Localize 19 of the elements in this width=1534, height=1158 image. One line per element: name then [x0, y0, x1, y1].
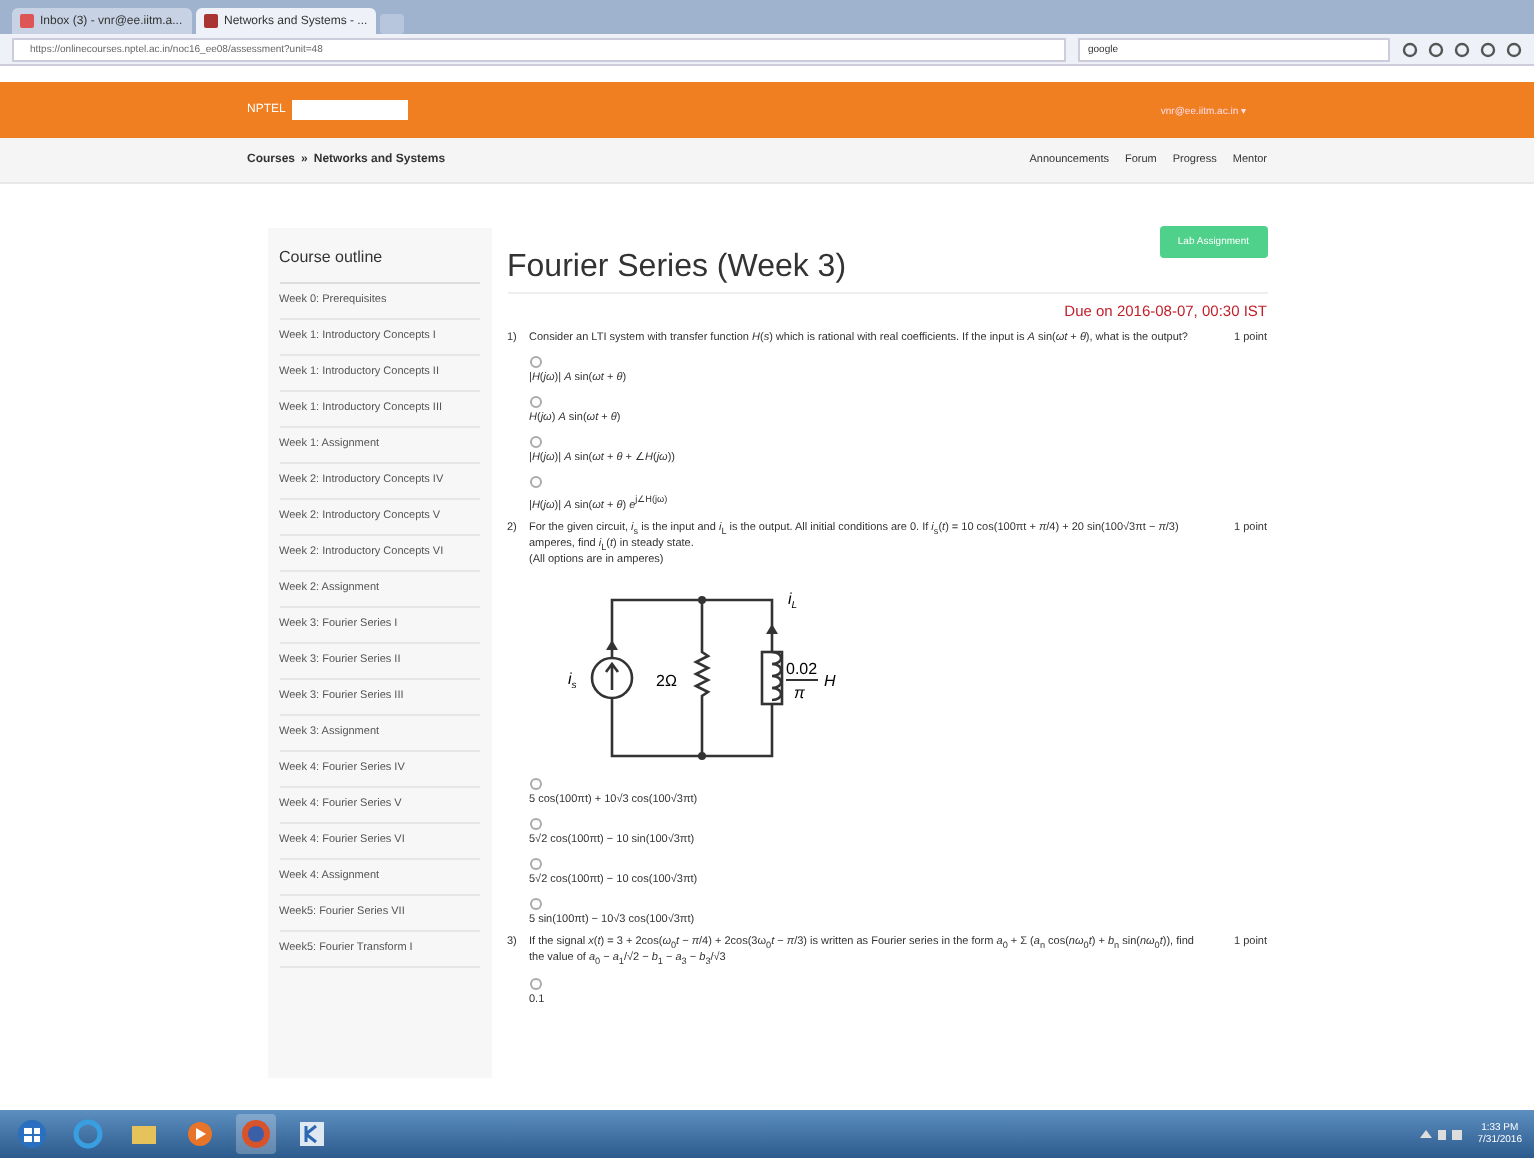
favicon-icon [20, 14, 34, 28]
browser-icon[interactable] [68, 1114, 108, 1154]
radio-button[interactable] [529, 858, 541, 871]
radio-button[interactable] [529, 396, 541, 408]
radio-button[interactable] [529, 778, 541, 791]
start-icon[interactable] [12, 1114, 52, 1154]
radio-button[interactable] [529, 818, 541, 831]
bookmark-icon[interactable] [1402, 41, 1418, 57]
radio-button[interactable] [529, 436, 541, 448]
favicon-icon [204, 14, 218, 28]
menu-icon[interactable] [1506, 41, 1522, 57]
tray-icon[interactable] [1417, 1126, 1466, 1142]
radio-button[interactable] [529, 898, 541, 911]
firefox-icon[interactable] [236, 1114, 276, 1154]
radio-button[interactable] [529, 356, 541, 368]
radio-button[interactable] [529, 978, 541, 991]
sidebar-title: Course outline [279, 236, 479, 284]
radio-button[interactable] [529, 476, 541, 488]
page-title: Fourier Series (Week 3) [507, 250, 847, 286]
